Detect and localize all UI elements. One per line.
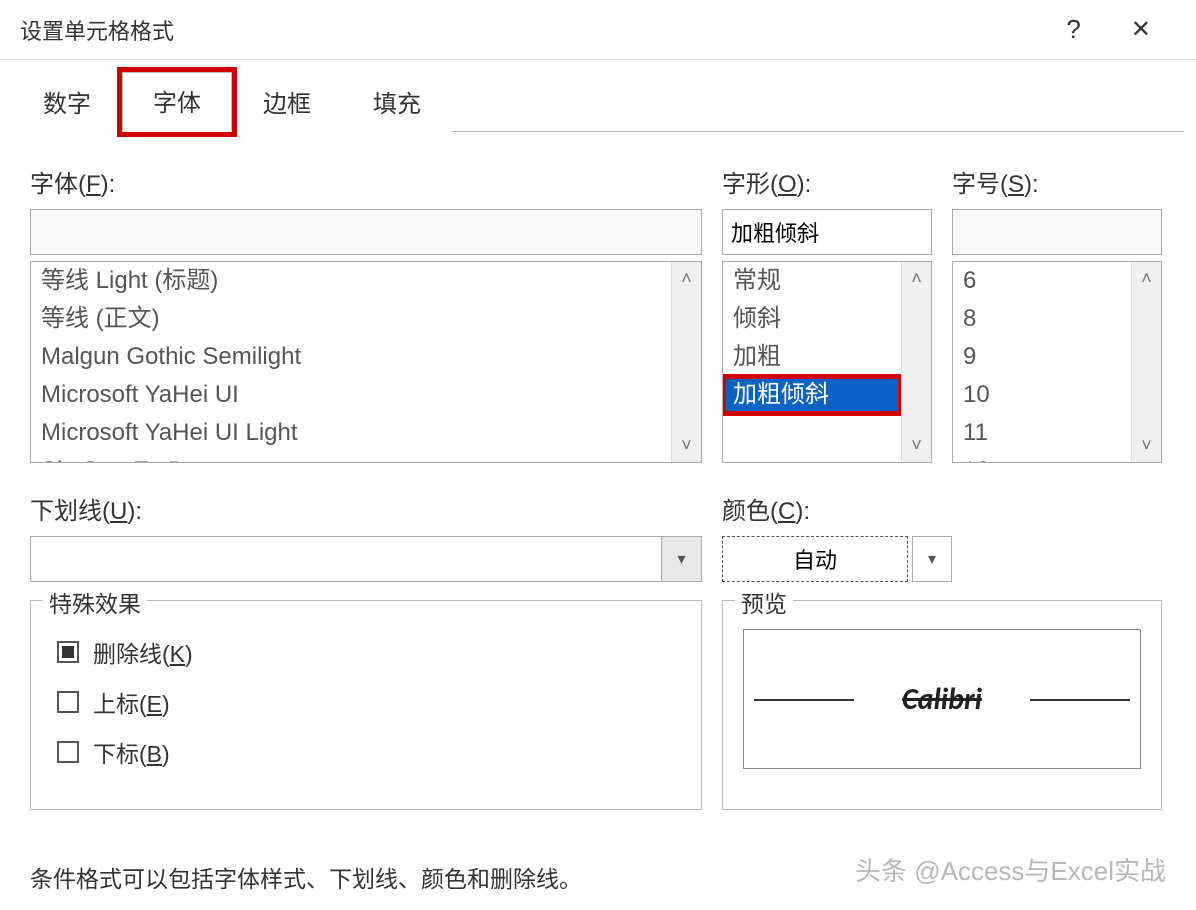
checkbox-icon (57, 641, 79, 663)
list-item[interactable]: Microsoft YaHei UI (31, 376, 671, 414)
chevron-up-icon[interactable]: ˄ (681, 268, 692, 289)
font-input[interactable] (30, 209, 702, 255)
list-item[interactable]: SimSun-ExtB (31, 452, 671, 462)
checkbox-label: 下标(B) (93, 735, 170, 769)
preview-group: 预览 Calibri (722, 600, 1162, 810)
list-item[interactable]: 倾斜 (723, 300, 901, 338)
chevron-up-icon[interactable]: ˄ (1141, 268, 1152, 289)
font-panel: 字体(F): 等线 Light (标题) 等线 (正文) Malgun Goth… (0, 132, 1196, 810)
checkbox-label: 删除线(K) (93, 635, 193, 669)
list-item[interactable]: 12 (953, 452, 1131, 462)
list-item[interactable]: 9 (953, 338, 1131, 376)
list-item[interactable]: 8 (953, 300, 1131, 338)
close-icon[interactable]: ✕ (1106, 15, 1176, 44)
style-listbox[interactable]: 常规 倾斜 加粗 加粗倾斜 ˄ ˅ (722, 261, 932, 463)
list-item[interactable]: Malgun Gothic Semilight (31, 338, 671, 376)
scrollbar[interactable]: ˄ ˅ (1131, 262, 1161, 462)
font-listbox[interactable]: 等线 Light (标题) 等线 (正文) Malgun Gothic Semi… (30, 261, 702, 463)
underline-label: 下划线(U): (30, 491, 702, 526)
scrollbar[interactable]: ˄ ˅ (901, 262, 931, 462)
list-item[interactable]: 常规 (723, 262, 901, 300)
underline-value (31, 537, 661, 581)
preview-box: Calibri (743, 629, 1141, 769)
color-value[interactable]: 自动 (722, 536, 908, 582)
checkbox-subscript[interactable]: 下标(B) (57, 735, 681, 769)
list-item[interactable]: Microsoft YaHei UI Light (31, 414, 671, 452)
size-listbox[interactable]: 6 8 9 10 11 12 ˄ ˅ (952, 261, 1162, 463)
list-item-selected[interactable]: 加粗倾斜 (723, 376, 901, 414)
checkbox-icon (57, 741, 79, 763)
checkbox-icon (57, 691, 79, 713)
list-item[interactable]: 11 (953, 414, 1131, 452)
style-label: 字形(O): (722, 164, 932, 199)
watermark: 头条 @Access与Excel实战 (855, 851, 1166, 888)
list-item[interactable]: 等线 Light (标题) (31, 262, 671, 300)
list-item[interactable]: 加粗 (723, 338, 901, 376)
effects-group: 特殊效果 删除线(K) 上标(E) 下标(B) (30, 600, 702, 810)
preview-legend: 预览 (735, 585, 793, 619)
tab-border[interactable]: 边框 (232, 73, 342, 132)
list-item[interactable]: 6 (953, 262, 1131, 300)
checkbox-label: 上标(E) (93, 685, 170, 719)
scrollbar[interactable]: ˄ ˅ (671, 262, 701, 462)
list-item[interactable]: 10 (953, 376, 1131, 414)
color-dropdown[interactable]: 自动 ▾ (722, 536, 952, 582)
checkbox-superscript[interactable]: 上标(E) (57, 685, 681, 719)
effects-legend: 特殊效果 (43, 585, 147, 619)
list-item[interactable]: 等线 (正文) (31, 300, 671, 338)
tab-strip: 数字 字体 边框 填充 (0, 60, 1196, 132)
size-input[interactable] (952, 209, 1162, 255)
tab-number[interactable]: 数字 (12, 73, 122, 132)
size-label: 字号(S): (952, 164, 1162, 199)
color-label: 颜色(C): (722, 491, 952, 526)
titlebar: 设置单元格格式 ? ✕ (0, 0, 1196, 60)
tab-fill[interactable]: 填充 (342, 73, 452, 132)
chevron-down-icon[interactable]: ˅ (681, 435, 692, 456)
preview-sample: Calibri (902, 681, 982, 718)
chevron-down-icon[interactable]: ˅ (1141, 435, 1152, 456)
underline-dropdown[interactable]: ▾ (30, 536, 702, 582)
chevron-down-icon[interactable]: ▾ (661, 537, 701, 581)
checkbox-strikethrough[interactable]: 删除线(K) (57, 635, 681, 669)
dialog-title: 设置单元格格式 (20, 14, 1041, 46)
tab-font[interactable]: 字体 (122, 72, 232, 132)
chevron-down-icon[interactable]: ▾ (912, 536, 952, 582)
chevron-down-icon[interactable]: ˅ (911, 435, 922, 456)
chevron-up-icon[interactable]: ˄ (911, 268, 922, 289)
help-icon[interactable]: ? (1041, 14, 1105, 45)
style-input[interactable]: 加粗倾斜 (722, 209, 932, 255)
font-label: 字体(F): (30, 164, 702, 199)
